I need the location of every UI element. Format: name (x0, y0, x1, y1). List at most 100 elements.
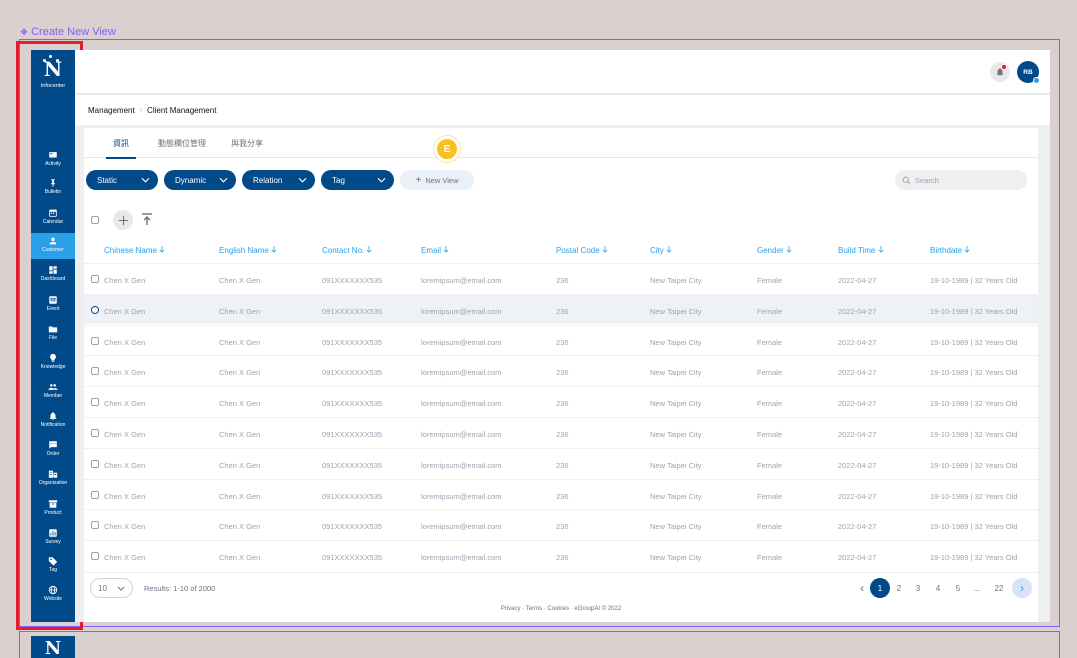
table-row[interactable]: Chen X Gen Chen X Gen 091XXXXXXX535 loremip… (84, 447, 1038, 479)
column-header-gender[interactable]: Gender (757, 246, 792, 255)
row-checkbox[interactable] (91, 305, 99, 314)
cell-postal-code: 236 (556, 553, 569, 563)
filter-tag-dropdown[interactable]: Tag (321, 170, 394, 190)
table-row[interactable]: Chen X Gen Chen X Gen 091XXXXXXX535 loremip… (84, 386, 1038, 417)
column-header-city[interactable]: City (650, 246, 672, 255)
cell-build-time: 2022-04-27 (838, 368, 877, 378)
cell-english-name: Chen X Gen (219, 368, 261, 378)
table-row[interactable]: Chen X Gen Chen X Gen 091XXXXXXX535 loremip… (84, 324, 1038, 356)
cell-email: loremipsum@email.com (421, 430, 502, 439)
cell-city: New Taipei City (650, 553, 702, 563)
page-button-1[interactable]: 1 (870, 578, 890, 598)
new-view-button[interactable]: + New View (400, 170, 474, 190)
cell-city: New Taipei City (650, 276, 702, 285)
cell-postal-code: 236 (556, 306, 569, 316)
cell-email: loremipsum@email.com (421, 276, 502, 285)
table-row[interactable]: Chen X Gen Chen X Gen 091XXXXXXX535 loremip… (84, 417, 1038, 448)
cell-gender: Female (757, 368, 783, 378)
filter-static-dropdown[interactable]: Static (86, 170, 158, 190)
cell-english-name: Chen X Gen (219, 522, 261, 532)
cell-english-name: Chen X Gen (219, 306, 261, 316)
page-button-4[interactable]: 4 (928, 578, 948, 598)
cell-build-time: 2022-04-27 (838, 399, 877, 409)
table-row[interactable]: Chen X Gen Chen X Gen 091XXXXXXX535 loremip… (84, 478, 1038, 510)
column-header-chinese-name[interactable]: Chinese Name (104, 246, 165, 255)
cell-chinese-name: Chen X Gen (104, 460, 146, 470)
results-count: Results: 1-10 of 2000 (144, 584, 216, 593)
select-all-checkbox[interactable] (91, 216, 99, 224)
page-button-22[interactable]: 22 (989, 578, 1009, 598)
column-header-contact-no[interactable]: Contact No. (322, 246, 372, 255)
logo-letter-next: N (44, 638, 62, 658)
filter-label: Relation (253, 175, 283, 185)
filter-label: Dynamic (175, 175, 207, 185)
cell-email: loremipsum@email.com (421, 522, 502, 532)
upload-button[interactable] (141, 213, 153, 231)
per-page-select[interactable]: 10 (90, 578, 133, 598)
cell-postal-code: 236 (556, 368, 569, 378)
breadcrumb-current: Client Management (147, 105, 217, 115)
table-row[interactable]: Chen X Gen Chen X Gen 091XXXXXXX535 loremip… (84, 355, 1038, 386)
next-page-button[interactable]: › (1012, 578, 1032, 598)
column-header-label: Build Time (838, 246, 876, 255)
cell-postal-code: 236 (556, 337, 569, 347)
search-input[interactable]: Search (895, 170, 1027, 190)
sidebar-highlight-box (16, 41, 83, 630)
prev-page-button[interactable]: ‹ (852, 578, 872, 598)
cell-birthdate: 19-10-1989 | 32 Years Old (930, 306, 1018, 316)
row-checkbox[interactable] (91, 429, 99, 437)
row-checkbox[interactable] (91, 459, 99, 468)
cell-email: loremipsum@email.com (421, 553, 502, 563)
cell-chinese-name: Chen X Gen (104, 276, 146, 285)
column-header-postal-code[interactable]: Postal Code (556, 246, 608, 255)
avatar-initials: RB (1023, 68, 1033, 76)
add-row-button[interactable] (113, 210, 133, 230)
row-checkbox[interactable] (91, 398, 99, 407)
column-header-email[interactable]: Email (421, 246, 449, 255)
chevron-down-icon (377, 177, 386, 183)
row-checkbox[interactable] (91, 336, 99, 345)
table-row[interactable]: Chen X Gen Chen X Gen 091XXXXXXX535 loremip… (84, 263, 1038, 294)
cell-build-time: 2022-04-27 (838, 522, 877, 532)
cell-build-time: 2022-04-27 (838, 491, 877, 501)
page-button-5[interactable]: 5 (948, 578, 968, 598)
breadcrumb-root[interactable]: Management (88, 106, 135, 115)
column-header-english-name[interactable]: English Name (219, 246, 277, 255)
row-checkbox[interactable] (91, 552, 99, 561)
cell-build-time: 2022-04-27 (838, 306, 877, 316)
row-checkbox[interactable] (91, 490, 99, 499)
cell-email: loremipsum@email.com (421, 491, 502, 501)
cell-contact-no: 091XXXXXXX535 (322, 306, 383, 316)
row-checkbox[interactable] (91, 521, 99, 530)
table-row[interactable]: Chen X Gen Chen X Gen 091XXXXXXX535 loremip… (84, 509, 1038, 540)
cell-postal-code: 236 (556, 491, 569, 501)
row-checkbox[interactable] (91, 367, 99, 376)
table-row[interactable]: Chen X Gen Chen X Gen 091XXXXXXX535 loremip… (84, 540, 1038, 571)
tab-info[interactable]: 資訊 (106, 128, 136, 159)
table-row[interactable]: Chen X Gen Chen X Gen 091XXXXXXX535 loremip… (84, 293, 1038, 325)
tab-dynamic-fields[interactable]: 動態欄位管理 (158, 128, 206, 158)
cell-contact-no: 091XXXXXXX535 (322, 553, 383, 563)
cell-gender: Female (757, 399, 783, 409)
sort-arrow-icon (964, 246, 970, 253)
avatar[interactable]: RB (1017, 61, 1040, 84)
filter-label: Tag (332, 175, 345, 185)
notification-button[interactable] (990, 62, 1010, 82)
new-view-label: New View (425, 175, 459, 185)
column-header-birthdate[interactable]: Birthdate (930, 246, 970, 255)
cell-postal-code: 236 (556, 276, 569, 285)
cell-email: loremipsum@email.com (421, 399, 502, 409)
chevron-down-icon (219, 177, 228, 183)
row-checkbox[interactable] (91, 275, 99, 283)
filter-relation-dropdown[interactable]: Relation (242, 170, 315, 190)
cell-build-time: 2022-04-27 (838, 276, 877, 285)
cell-gender: Female (757, 553, 783, 563)
column-header-label: Chinese Name (104, 246, 157, 255)
filter-dynamic-dropdown[interactable]: Dynamic (164, 170, 236, 190)
page-button-3[interactable]: 3 (908, 578, 928, 598)
column-header-build-time[interactable]: Build Time (838, 246, 884, 255)
filter-row: Static Dynamic Relation Tag + New View S… (84, 170, 1038, 190)
page-button-2[interactable]: 2 (889, 578, 909, 598)
tab-shared-with-me[interactable]: 與我分享 (231, 128, 263, 158)
cell-english-name: Chen X Gen (219, 430, 261, 439)
